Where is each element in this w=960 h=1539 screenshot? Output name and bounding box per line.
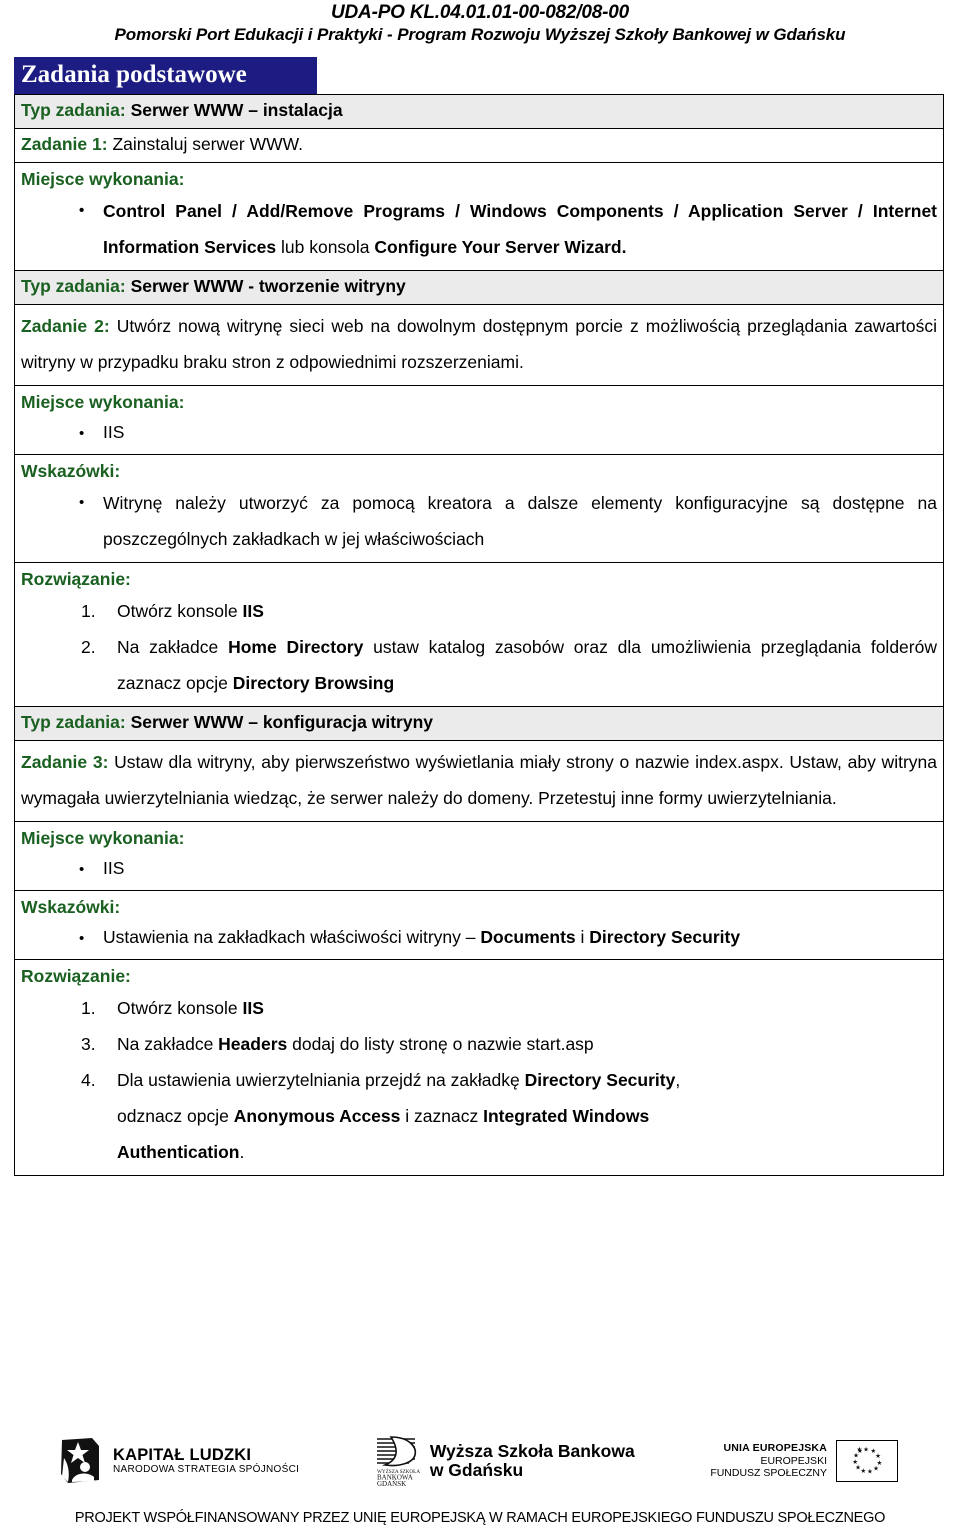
- wsb-line1: Wyższa Szkoła Bankowa: [429, 1441, 635, 1461]
- table-row: Typ zadania: Serwer WWW – instalacja: [14, 94, 944, 129]
- table-row: Miejsce wykonania: IIS: [14, 385, 944, 455]
- hints-label: Wskazówki:: [21, 897, 121, 917]
- page-footer: KAPITAŁ LUDZKI NARODOWA STRATEGIA SPÓJNO…: [0, 1425, 960, 1526]
- project-name: Pomorski Port Edukacji i Praktyki - Prog…: [114, 25, 846, 44]
- kapital-ludzki-logo: KAPITAŁ LUDZKI NARODOWA STRATEGIA SPÓJNO…: [58, 1436, 299, 1486]
- solution-steps: 1. Otwórz konsole IIS 3. Na zakładce Hea…: [21, 990, 937, 1170]
- step-number: 2.: [81, 637, 96, 657]
- list-item: 3. Na zakładce Headers dodaj do listy st…: [21, 1026, 937, 1062]
- place-list: Control Panel / Add/Remove Programs / Wi…: [21, 193, 937, 265]
- svg-text:★: ★: [860, 1467, 866, 1475]
- list-item: 4. Dla ustawienia uwierzytelniania przej…: [21, 1062, 937, 1170]
- task-type-label: Typ zadania:: [21, 100, 126, 120]
- table-row: Miejsce wykonania: Control Panel / Add/R…: [14, 162, 944, 271]
- table-row: Rozwiązanie: 1. Otwórz konsole IIS 3. Na…: [14, 959, 944, 1176]
- task-type-label: Typ zadania:: [21, 276, 126, 296]
- solution-label: Rozwiązanie:: [21, 569, 131, 589]
- svg-text:★: ★: [863, 1445, 869, 1453]
- step-number: 1.: [81, 601, 96, 621]
- eu-stars-icon: ★ ★ ★ ★ ★ ★ ★ ★ ★ ★ ★ ★: [852, 1445, 882, 1475]
- hints-label: Wskazówki:: [21, 461, 121, 481]
- table-row: Typ zadania: Serwer WWW – konfiguracja w…: [14, 706, 944, 741]
- wsb-line2: w Gdańsku: [429, 1460, 524, 1480]
- solution-label: Rozwiązanie:: [21, 966, 131, 986]
- table-row: Rozwiązanie: 1. Otwórz konsole IIS 2. Na…: [14, 562, 944, 707]
- kapital-ludzki-line2: NARODOWA STRATEGIA SPÓJNOŚCI: [113, 1464, 300, 1476]
- task-type-value: Serwer WWW - tworzenie witryny: [130, 276, 406, 296]
- task-type-label: Typ zadania:: [21, 712, 126, 732]
- hints-list: Witrynę należy utworzyć za pomocą kreato…: [21, 485, 937, 557]
- place-list: IIS: [21, 852, 937, 888]
- unia-line3: FUNDUSZ SPOŁECZNY: [710, 1467, 827, 1480]
- unia-europejska-logo: UNIA EUROPEJSKA EUROPEJSKI FUNDUSZ SPOŁE…: [710, 1440, 898, 1482]
- unia-line2: EUROPEJSKI: [760, 1454, 827, 1467]
- task-statement: Zadanie 3: Ustaw dla witryny, aby pierws…: [21, 744, 937, 816]
- table-row: Wskazówki: Ustawienia na zakładkach właś…: [14, 890, 944, 960]
- step-number: 1.: [81, 998, 96, 1018]
- hints-list: Ustawienia na zakładkach właściwości wit…: [21, 921, 937, 957]
- task-statement: Zadanie 2: Utwórz nową witrynę sieci web…: [21, 308, 937, 380]
- project-code: UDA-PO KL.04.01.01-00-082/08-00: [331, 2, 629, 23]
- kapital-ludzki-text: KAPITAŁ LUDZKI NARODOWA STRATEGIA SPÓJNO…: [113, 1447, 299, 1476]
- task-type-line: Typ zadania: Serwer WWW – konfiguracja w…: [21, 710, 937, 735]
- table-row: Miejsce wykonania: IIS: [14, 821, 944, 891]
- task-number-label: Zadanie 1:: [21, 134, 108, 154]
- task-type-line: Typ zadania: Serwer WWW – instalacja: [21, 98, 937, 123]
- place-label: Miejsce wykonania:: [21, 828, 185, 848]
- kapital-ludzki-line1: KAPITAŁ LUDZKI: [113, 1445, 252, 1464]
- svg-text:GDAŃSK: GDAŃSK: [377, 1480, 406, 1487]
- list-item: 1. Otwórz konsole IIS: [21, 593, 937, 629]
- svg-text:★: ★: [873, 1465, 879, 1473]
- tasks-table: Typ zadania: Serwer WWW – instalacja Zad…: [14, 94, 944, 1176]
- wsb-mark-icon: WYŻSZA SZKOŁA BANKOWA GDAŃSK: [376, 1436, 420, 1487]
- page-title: Zadania podstawowe: [14, 57, 317, 94]
- task-statement-text: Ustaw dla witryny, aby pierwszeństwo wyś…: [21, 752, 937, 808]
- place-label: Miejsce wykonania:: [21, 169, 185, 189]
- list-item: IIS: [21, 852, 937, 888]
- step-number: 4.: [81, 1070, 96, 1090]
- page-title-container: Zadania podstawowe: [0, 57, 960, 94]
- task-type-value: Serwer WWW – konfiguracja witryny: [130, 712, 433, 732]
- eu-flag-icon: ★ ★ ★ ★ ★ ★ ★ ★ ★ ★ ★ ★: [836, 1440, 898, 1482]
- step-number: 3.: [81, 1034, 96, 1054]
- list-item: IIS: [21, 416, 937, 452]
- kapital-ludzki-mark-icon: [61, 1438, 99, 1483]
- wsb-text: Wyższa Szkoła Bankowa w Gdańsku: [430, 1442, 635, 1480]
- table-row: Zadanie 3: Ustaw dla witryny, aby pierws…: [14, 740, 944, 822]
- wsb-logo: WYŻSZA SZKOŁA BANKOWA GDAŃSK Wyższa Szko…: [375, 1435, 635, 1487]
- svg-text:★: ★: [857, 1445, 863, 1453]
- task-statement-text: Zainstaluj serwer WWW.: [112, 134, 304, 154]
- table-row: Zadanie 2: Utwórz nową witrynę sieci web…: [14, 304, 944, 386]
- document-header: UDA-PO KL.04.01.01-00-082/08-00 Pomorski…: [0, 0, 960, 46]
- table-row: Zadanie 1: Zainstaluj serwer WWW.: [14, 128, 944, 163]
- task-number-label: Zadanie 3:: [21, 752, 109, 772]
- table-row: Wskazówki: Witrynę należy utworzyć za po…: [14, 454, 944, 563]
- unia-line1: UNIA EUROPEJSKA: [723, 1442, 827, 1455]
- list-item: Witrynę należy utworzyć za pomocą kreato…: [21, 485, 937, 557]
- task-statement: Zadanie 1: Zainstaluj serwer WWW.: [21, 132, 937, 157]
- list-item: 2. Na zakładce Home Directory ustaw kata…: [21, 629, 937, 701]
- list-item: 1. Otwórz konsole IIS: [21, 990, 937, 1026]
- task-type-line: Typ zadania: Serwer WWW - tworzenie witr…: [21, 274, 937, 299]
- place-list: IIS: [21, 416, 937, 452]
- table-row: Typ zadania: Serwer WWW - tworzenie witr…: [14, 270, 944, 305]
- list-item: Ustawienia na zakładkach właściwości wit…: [21, 921, 937, 957]
- unia-europejska-text: UNIA EUROPEJSKA EUROPEJSKI FUNDUSZ SPOŁE…: [710, 1442, 827, 1480]
- task-number-label: Zadanie 2:: [21, 316, 110, 336]
- solution-steps: 1. Otwórz konsole IIS 2. Na zakładce Hom…: [21, 593, 937, 701]
- svg-text:★: ★: [867, 1467, 873, 1475]
- task-type-value: Serwer WWW – instalacja: [130, 100, 343, 120]
- footer-logos: KAPITAŁ LUDZKI NARODOWA STRATEGIA SPÓJNO…: [0, 1425, 960, 1497]
- list-item: Control Panel / Add/Remove Programs / Wi…: [21, 193, 937, 265]
- place-label: Miejsce wykonania:: [21, 392, 185, 412]
- task-statement-text: Utwórz nową witrynę sieci web na dowolny…: [21, 316, 937, 372]
- footer-note: PROJEKT WSPÓŁFINANSOWANY PRZEZ UNIĘ EURO…: [74, 1510, 886, 1526]
